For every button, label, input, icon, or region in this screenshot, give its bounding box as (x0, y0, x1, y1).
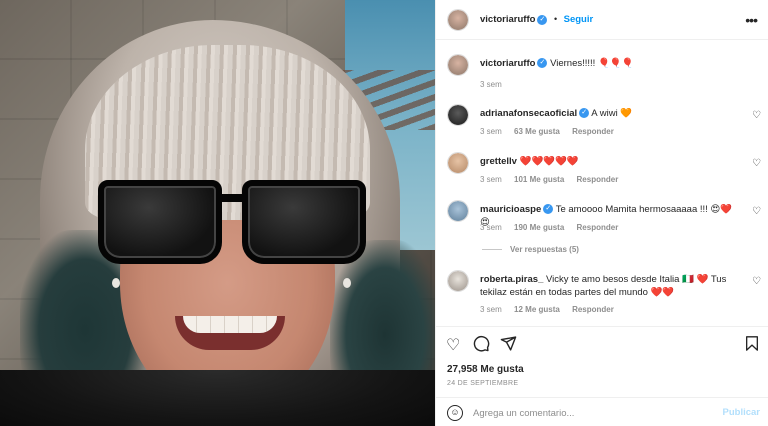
comment-username[interactable]: roberta.piras_ (480, 274, 543, 285)
comment-like-heart-icon[interactable]: ♡ (752, 110, 761, 121)
comment-age: 3 sem (480, 175, 502, 184)
verified-badge-icon: ✓ (537, 58, 548, 69)
sunglasses-lens-right (242, 180, 366, 264)
post-actions: ♡ 27,958 Me gusta 24 DE SEPTIEMBRE ☺ Pub… (436, 326, 768, 426)
comment-likes[interactable]: 101 Me gusta (514, 175, 564, 184)
replies-divider (482, 249, 502, 251)
view-replies-label: Ver respuestas (5) (510, 245, 579, 254)
comment-likes[interactable]: 63 Me gusta (514, 127, 560, 136)
author-username[interactable]: victoriaruffo (480, 14, 535, 25)
caption-text-line: victoriaruffo ✓ Viernes!!!!! 🎈🎈🎈 (480, 57, 742, 70)
comment-text: ❤️❤️❤️❤️❤️ (519, 156, 579, 167)
header-line: victoriaruffo ✓ • Seguir (480, 14, 593, 25)
sunglasses-lens-left (98, 180, 222, 264)
comment-text-line: adrianafonsecaoficial ✓ A wiwi 🧡 (480, 107, 742, 120)
comment-like-heart-icon[interactable]: ♡ (752, 276, 761, 287)
post-date: 24 DE SEPTIEMBRE (447, 380, 519, 387)
commenter-avatar[interactable] (447, 200, 469, 222)
photo-earring-left (112, 278, 120, 288)
smiley-icon[interactable]: ☺ (447, 405, 463, 421)
post-header: victoriaruffo ✓ • Seguir ••• (436, 0, 768, 40)
publish-button[interactable]: Publicar (723, 407, 761, 418)
comment-like-heart-icon[interactable]: ♡ (752, 158, 761, 169)
post-side-panel: victoriaruffo ✓ • Seguir ••• victoriaruff… (435, 0, 768, 426)
comment-reply-button[interactable]: Responder (572, 127, 614, 136)
comment-age: 3 sem (480, 223, 502, 232)
paper-plane-icon[interactable] (500, 335, 517, 357)
photo-earring-right (343, 278, 351, 288)
caption-author-username[interactable]: victoriaruffo (480, 58, 535, 69)
comment-meta: 3 sem 190 Me gusta Responder (480, 223, 618, 232)
photo-smile (175, 316, 285, 350)
comment-input[interactable] (473, 406, 713, 420)
comment-icon-svg (473, 335, 490, 352)
commenter-avatar[interactable] (447, 152, 469, 174)
comment-username[interactable]: grettellv (480, 156, 517, 167)
caption-age: 3 sem (480, 80, 502, 89)
comment-text: A wiwi 🧡 (591, 108, 633, 119)
caption-author-avatar[interactable] (447, 54, 469, 76)
photo-coat (0, 370, 435, 426)
comment-text-line: grettellv ❤️❤️❤️❤️❤️ (480, 155, 742, 168)
verified-badge-icon: ✓ (543, 204, 554, 215)
commenter-avatar[interactable] (447, 270, 469, 292)
caption-text: Viernes!!!!! 🎈🎈🎈 (550, 58, 634, 69)
comment-age: 3 sem (480, 127, 502, 136)
comment-meta: 3 sem 12 Me gusta Responder (480, 305, 614, 314)
comment-composer: ☺ Publicar (436, 397, 768, 426)
comment-reply-button[interactable]: Responder (577, 175, 619, 184)
post-photo[interactable] (0, 0, 435, 426)
paper-plane-icon-svg (500, 336, 517, 351)
comment-text-line: roberta.piras_ Vicky te amo besos desde … (480, 273, 742, 299)
verified-badge-icon: ✓ (537, 14, 548, 25)
photo-teeth (183, 316, 277, 333)
commenter-avatar[interactable] (447, 104, 469, 126)
comment-likes[interactable]: 190 Me gusta (514, 223, 564, 232)
comment-icon[interactable] (473, 335, 490, 357)
author-avatar[interactable] (447, 9, 469, 31)
verified-badge-icon: ✓ (579, 108, 590, 119)
more-horizontal-icon[interactable]: ••• (745, 12, 758, 28)
comment-meta: 3 sem 63 Me gusta Responder (480, 127, 614, 136)
likes-count[interactable]: 27,958 Me gusta (447, 364, 524, 375)
comment-reply-button[interactable]: Responder (572, 305, 614, 314)
comment-meta: 3 sem 101 Me gusta Responder (480, 175, 618, 184)
comment-like-heart-icon[interactable]: ♡ (752, 206, 761, 217)
header-separator: • (553, 14, 558, 24)
comment-age: 3 sem (480, 305, 502, 314)
comment-likes[interactable]: 12 Me gusta (514, 305, 560, 314)
comment-reply-button[interactable]: Responder (577, 223, 619, 232)
photo-sunglasses (98, 180, 366, 266)
comment-username[interactable]: adrianafonsecaoficial (480, 108, 577, 119)
bookmark-icon-svg (746, 336, 758, 351)
comment-username[interactable]: mauricioaspe (480, 204, 541, 215)
heart-outline-icon[interactable]: ♡ (446, 335, 460, 355)
bookmark-icon[interactable] (744, 335, 760, 357)
view-replies-button[interactable]: Ver respuestas (5) (482, 245, 579, 254)
follow-button[interactable]: Seguir (564, 14, 594, 25)
